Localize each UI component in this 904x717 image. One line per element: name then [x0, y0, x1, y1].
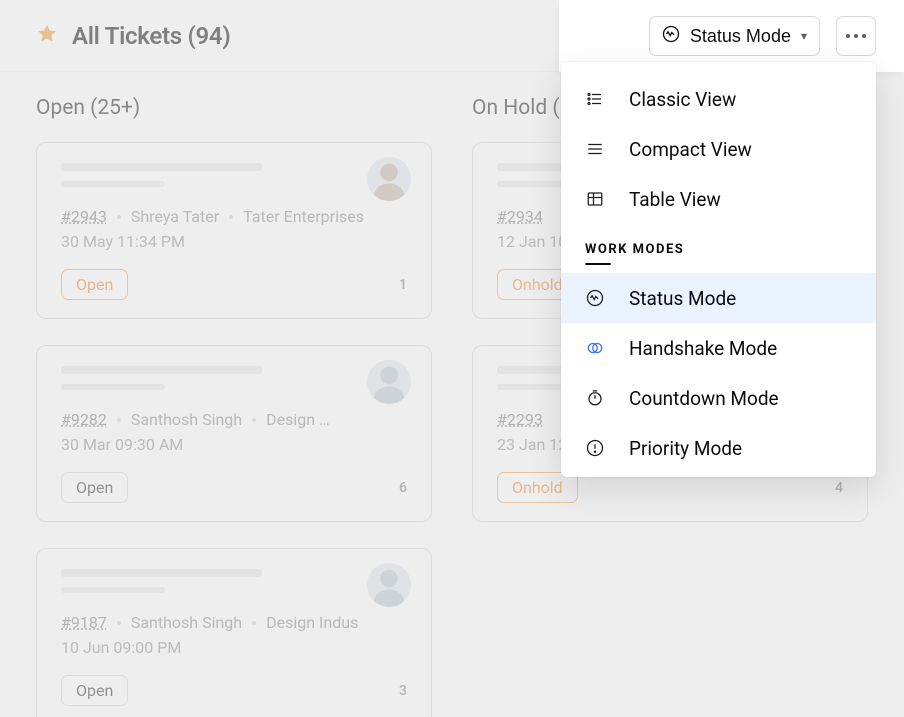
dropdown-section-header: WORK MODES: [561, 224, 876, 263]
column-open: Open (25+) #2943 Shreya Tater Tater Ente…: [36, 96, 432, 717]
table-icon: [585, 189, 605, 209]
menu-item-label: Compact View: [629, 138, 752, 161]
placeholder-line: [61, 587, 165, 593]
ticket-meta: #9282 Santhosh Singh Design …: [61, 410, 407, 429]
chevron-down-icon: ▾: [801, 29, 807, 43]
lines-icon: [585, 139, 605, 159]
menu-item-table-view[interactable]: Table View: [561, 174, 876, 224]
ticket-card[interactable]: #2943 Shreya Tater Tater Enterprises 30 …: [36, 142, 432, 319]
menu-item-label: Table View: [629, 188, 721, 211]
activity-icon: [585, 288, 605, 308]
avatar: [367, 563, 411, 607]
menu-item-label: Countdown Mode: [629, 387, 779, 410]
ticket-date: 10 Jun 09:00 PM: [61, 638, 407, 657]
placeholder-line: [61, 163, 262, 171]
menu-item-countdown-mode[interactable]: Countdown Mode: [561, 373, 876, 423]
ticket-id[interactable]: #2943: [61, 207, 107, 226]
view-mode-dropdown: Classic View Compact View Table View WOR…: [561, 62, 876, 477]
ticket-org: Design …: [266, 410, 330, 429]
ticket-meta: #9187 Santhosh Singh Design Indus: [61, 613, 407, 632]
menu-item-label: Classic View: [629, 88, 736, 111]
ticket-date: 30 May 11:34 PM: [61, 232, 407, 251]
ticket-card[interactable]: #9282 Santhosh Singh Design … 30 Mar 09:…: [36, 345, 432, 522]
ticket-count: 4: [835, 480, 843, 496]
mode-select-button[interactable]: Status Mode ▾: [649, 16, 820, 56]
ticket-id[interactable]: #2934: [497, 207, 543, 226]
page-title: All Tickets (94): [72, 22, 230, 50]
ticket-id[interactable]: #2293: [497, 410, 543, 429]
ticket-id[interactable]: #9187: [61, 613, 107, 632]
ticket-who: Santhosh Singh: [131, 410, 242, 429]
ticket-org: Tater Enterprises: [243, 207, 364, 226]
handshake-icon: [585, 338, 605, 358]
star-icon: [36, 23, 58, 49]
more-menu-button[interactable]: [836, 16, 876, 56]
menu-item-status-mode[interactable]: Status Mode: [561, 273, 876, 323]
activity-icon: [662, 25, 680, 48]
placeholder-line: [61, 181, 165, 187]
status-badge[interactable]: Open: [61, 472, 128, 503]
column-title: Open (25+): [36, 96, 432, 120]
menu-item-compact-view[interactable]: Compact View: [561, 124, 876, 174]
stopwatch-icon: [585, 388, 605, 408]
ticket-count: 1: [399, 277, 407, 293]
ticket-count: 6: [399, 480, 407, 496]
ticket-count: 3: [399, 683, 407, 699]
menu-item-priority-mode[interactable]: Priority Mode: [561, 423, 876, 473]
mode-select-label: Status Mode: [690, 26, 791, 47]
ticket-who: Shreya Tater: [131, 207, 219, 226]
menu-item-label: Priority Mode: [629, 437, 742, 460]
status-badge[interactable]: Open: [61, 675, 128, 706]
avatar: [367, 360, 411, 404]
menu-item-label: Handshake Mode: [629, 337, 777, 360]
ticket-id[interactable]: #9282: [61, 410, 107, 429]
ticket-meta: #2943 Shreya Tater Tater Enterprises: [61, 207, 407, 226]
menu-item-handshake-mode[interactable]: Handshake Mode: [561, 323, 876, 373]
placeholder-line: [61, 569, 262, 577]
menu-item-label: Status Mode: [629, 287, 736, 310]
ticket-card[interactable]: #9187 Santhosh Singh Design Indus 10 Jun…: [36, 548, 432, 717]
ticket-who: Santhosh Singh: [131, 613, 242, 632]
placeholder-line: [61, 366, 262, 374]
ticket-date: 30 Mar 09:30 AM: [61, 435, 407, 454]
section-underline: [585, 263, 611, 265]
menu-item-classic-view[interactable]: Classic View: [561, 74, 876, 124]
ticket-org: Design Indus: [266, 613, 358, 632]
status-badge[interactable]: Open: [61, 269, 128, 300]
list-icon: [585, 89, 605, 109]
priority-icon: [585, 438, 605, 458]
placeholder-line: [61, 384, 165, 390]
avatar: [367, 157, 411, 201]
